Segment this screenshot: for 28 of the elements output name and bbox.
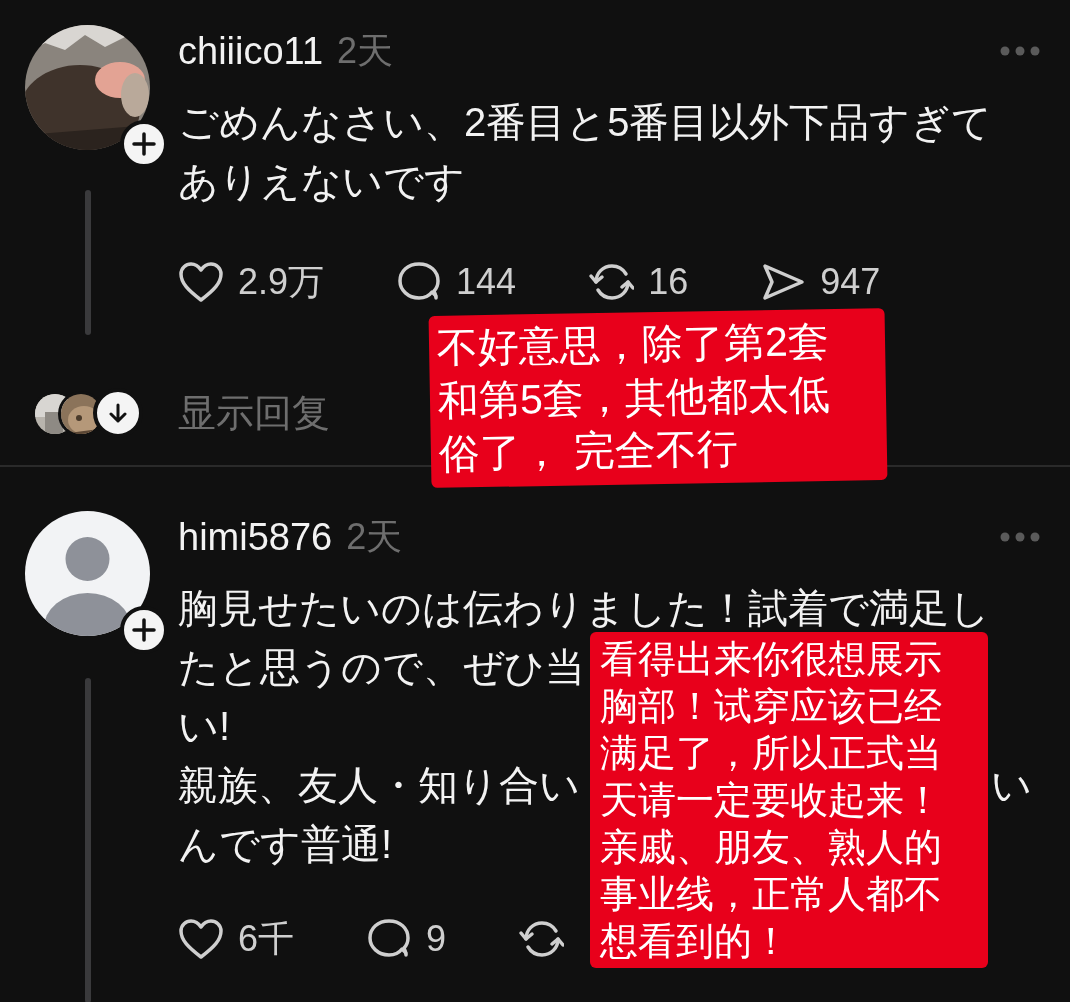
heart-icon xyxy=(178,917,224,961)
like-button[interactable]: 6千 xyxy=(178,912,295,966)
annotation-text: 不好意思，除了第2套 和第5套，其他都太低 俗了， 完全不行 xyxy=(428,308,888,488)
plus-icon xyxy=(132,618,156,642)
comment-text-line: たと思うので、ぜひ当 xyxy=(178,644,585,691)
comment-text-line: ごめんなさい、2番目と5番目以外下品すぎて xyxy=(178,99,993,146)
comment-text-line: ありえないです xyxy=(178,158,465,205)
plus-icon xyxy=(132,132,156,156)
repost-button[interactable]: 16 xyxy=(588,255,689,309)
comment-text-line: んです普通! xyxy=(178,821,393,868)
share-button[interactable]: 947 xyxy=(760,255,881,309)
comment-text-line: 親族、友人・知り合い xyxy=(178,762,580,809)
comment-button[interactable]: 144 xyxy=(396,255,517,309)
like-button[interactable]: 2.9万 xyxy=(178,255,325,309)
username[interactable]: himi5876 xyxy=(178,508,333,566)
comment-text-line: い! xyxy=(178,703,231,750)
comment-text-line: 胸見せたいのは伝わりました！試着で満足し xyxy=(178,585,990,632)
comment-text-fragment: い xyxy=(991,762,1032,809)
annotation-text: 看得出来你很想展示 胸部！试穿应该已经 满足了，所以正式当 天请一定要收起来！ 亲戚、朋友、熟人的 事业线，正常人都不 想看到的！ xyxy=(590,632,988,968)
timestamp: 2天 xyxy=(346,515,403,559)
more-options-icon[interactable] xyxy=(1000,46,1040,56)
down-arrow-icon xyxy=(108,403,128,423)
heart-icon xyxy=(178,260,224,304)
show-replies-link[interactable]: 显示回复 xyxy=(178,384,330,442)
timestamp: 2天 xyxy=(337,29,394,73)
username[interactable]: chiiico11 xyxy=(178,22,324,80)
more-options-icon[interactable] xyxy=(1000,532,1040,542)
comment-button[interactable]: 9 xyxy=(366,912,447,966)
